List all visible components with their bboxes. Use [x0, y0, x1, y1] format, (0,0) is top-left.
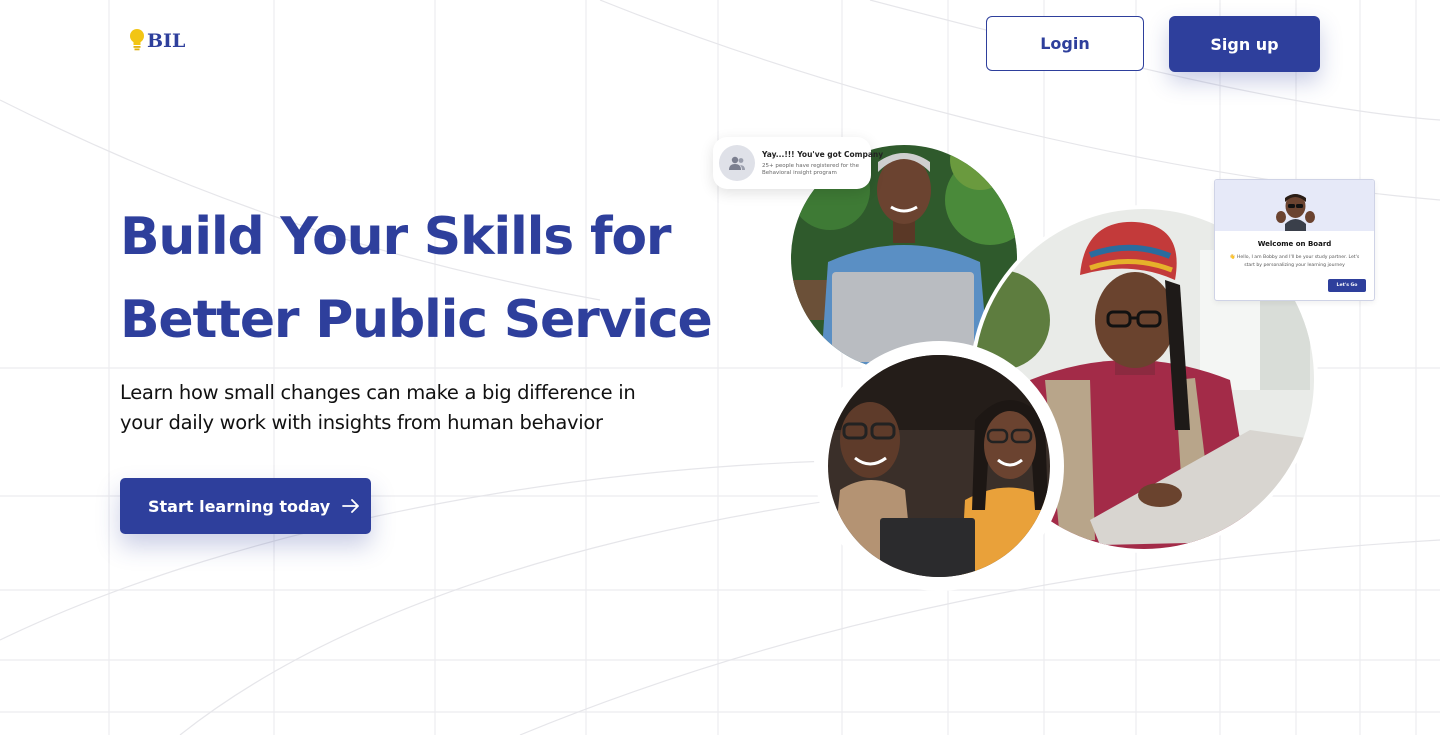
hero-title-line1: Build Your Skills for [120, 207, 672, 267]
signup-button[interactable]: Sign up [1169, 16, 1320, 72]
login-label: Login [1040, 34, 1090, 53]
welcome-card-message: 👋 Hello, I am Bobby and I'll be your stu… [1229, 255, 1360, 268]
notification-title: Yay...!!! You've got Company [762, 149, 884, 159]
login-button[interactable]: Login [986, 16, 1144, 71]
bobby-avatar [1276, 194, 1315, 231]
hero-subtitle: Learn how small changes can make a big d… [120, 378, 720, 438]
start-learning-label: Start learning today [148, 496, 331, 516]
photo-collage [791, 145, 1318, 591]
notification-text: Yay...!!! You've got Company 25+ people … [762, 150, 883, 177]
hero-subtitle-line1: Learn how small changes can make a big d… [120, 381, 636, 404]
notification-description: 25+ people have registered for the Behav… [762, 162, 860, 176]
logo-text: BIL [147, 30, 186, 52]
lightbulb-icon [130, 29, 144, 51]
welcome-card: Welcome on Board 👋 Hello, I am Bobby and… [1214, 179, 1375, 301]
welcome-card-title: Welcome on Board [1257, 240, 1332, 248]
hero-title: Build Your Skills for Better Public Serv… [120, 196, 760, 362]
arrow-right-icon [342, 499, 360, 513]
lets-go-label: Let's Go [1336, 283, 1358, 288]
lets-go-button[interactable]: Let's Go [1328, 279, 1366, 292]
signup-label: Sign up [1210, 34, 1279, 54]
welcome-card-header [1215, 180, 1374, 231]
notification-card: Yay...!!! You've got Company 25+ people … [713, 137, 883, 189]
hero-subtitle-line2: your daily work with insights from human… [120, 411, 603, 434]
start-learning-button[interactable]: Start learning today [120, 478, 371, 534]
users-icon [719, 145, 755, 181]
logo[interactable]: BIL [128, 28, 185, 52]
hero-title-line2: Better Public Service [120, 290, 713, 350]
